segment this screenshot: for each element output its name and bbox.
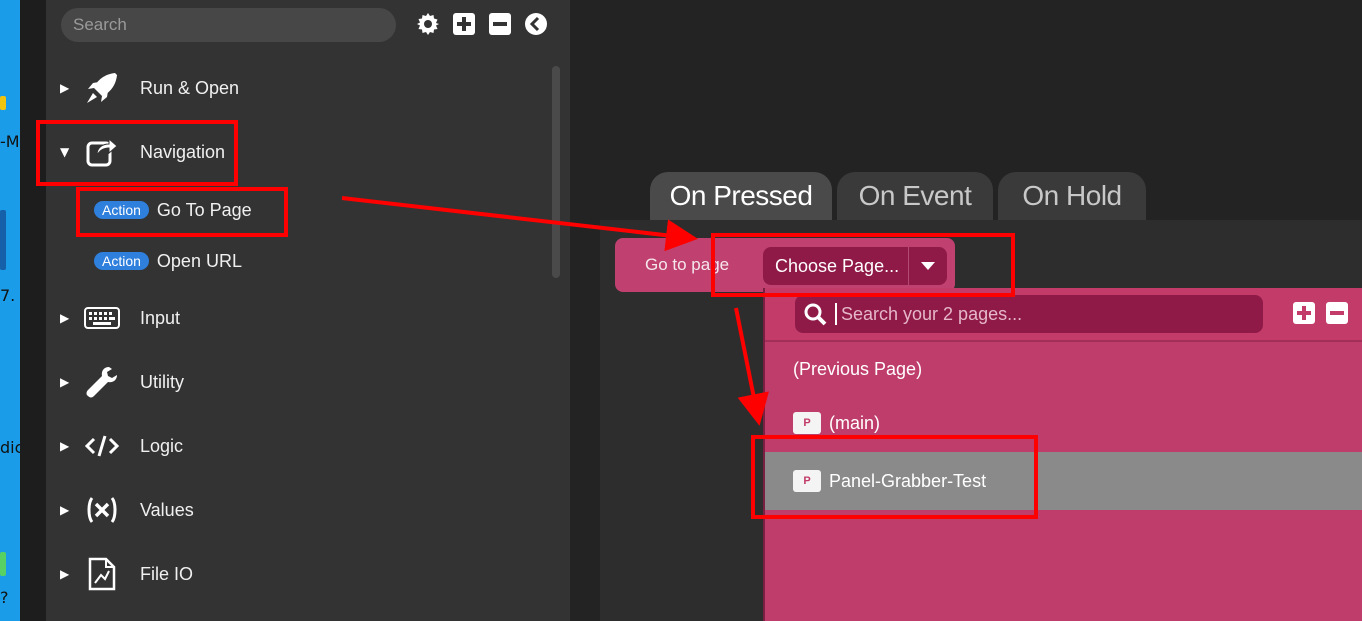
category-run-open[interactable]: ▶ Run & Open (60, 66, 480, 110)
category-label: Navigation (140, 141, 226, 162)
action-block-label: Go to page (645, 255, 730, 274)
rocket-icon (82, 68, 122, 108)
sidebar-scrollbar[interactable] (552, 66, 560, 278)
action-badge: Action (94, 201, 149, 219)
category-file-io[interactable]: ▶ File IO (60, 552, 480, 596)
dropdown-value: Choose Page... (775, 255, 900, 276)
variable-icon (82, 490, 122, 530)
category-label: Values (140, 499, 194, 520)
tab-label: On Event (858, 180, 972, 211)
category-label: Utility (140, 371, 184, 392)
action-open-url[interactable]: Action Open URL (94, 246, 242, 276)
category-input[interactable]: ▶ Input (60, 296, 480, 340)
window-border (20, 0, 46, 621)
expand-all-icon[interactable] (452, 12, 476, 36)
expanded-triangle-icon: ▼ (60, 145, 70, 159)
choose-page-dropdown[interactable]: Choose Page... (763, 247, 947, 285)
tab-on-pressed[interactable]: On Pressed (650, 172, 832, 220)
gear-icon[interactable] (416, 12, 440, 36)
share-icon (82, 132, 122, 172)
back-icon[interactable] (524, 12, 548, 36)
category-logic[interactable]: ▶ Logic (60, 424, 480, 468)
tab-label: On Pressed (669, 180, 813, 211)
file-icon (82, 554, 122, 594)
page-search-input[interactable] (837, 303, 1257, 325)
action-go-to-page[interactable]: Action Go To Page (94, 195, 252, 225)
desktop-icon (0, 210, 6, 270)
desktop-label: 7. (0, 286, 16, 305)
page-picker-dropdown: (Previous Page) P (main) P Panel-Grabber… (763, 288, 1362, 621)
category-label: File IO (140, 563, 194, 584)
action-badge: Action (94, 252, 149, 270)
action-label: Go To Page (156, 199, 252, 220)
tab-on-hold[interactable]: On Hold (998, 172, 1146, 220)
collapsed-triangle-icon: ▶ (60, 375, 70, 389)
desktop-icon (0, 96, 6, 110)
page-option-panel-grabber-test[interactable]: P Panel-Grabber-Test (765, 452, 1362, 510)
collapsed-triangle-icon: ▶ (60, 439, 70, 453)
category-label: Input (140, 307, 181, 328)
collapsed-triangle-icon: ▶ (60, 567, 70, 581)
page-option-label: Panel-Grabber-Test (829, 470, 987, 491)
category-label: Run & Open (140, 77, 240, 98)
desktop-label: ? (0, 588, 9, 607)
tab-label: On Hold (1022, 180, 1122, 211)
collapse-all-icon[interactable] (488, 12, 512, 36)
collapsed-triangle-icon: ▶ (60, 503, 70, 517)
page-option-label: (main) (829, 412, 881, 433)
desktop-strip: -M 7. dic ? (0, 0, 20, 621)
action-library-sidebar: Search ▶ Run & Open ▼ Navigation Action … (46, 0, 570, 621)
page-icon: P (793, 412, 821, 434)
page-option-label: (Previous Page) (793, 358, 923, 379)
desktop-label: -M (0, 132, 20, 151)
collapsed-triangle-icon: ▶ (60, 81, 70, 95)
category-label: Logic (140, 435, 184, 456)
tab-on-event[interactable]: On Event (837, 172, 993, 220)
add-page-icon[interactable] (1293, 302, 1315, 324)
code-icon (82, 426, 122, 466)
page-search-field[interactable] (795, 295, 1263, 333)
sidebar-search-input[interactable]: Search (61, 8, 396, 42)
desktop-label: dic (0, 438, 20, 457)
page-option-previous[interactable]: (Previous Page) (765, 342, 1362, 396)
page-icon: P (793, 470, 821, 492)
desktop-icon (0, 552, 6, 576)
category-values[interactable]: ▶ Values (60, 488, 480, 532)
search-icon (795, 302, 835, 326)
go-to-page-action-block[interactable]: Go to page Choose Page... (615, 238, 955, 292)
category-navigation[interactable]: ▼ Navigation (60, 130, 480, 174)
page-option-main[interactable]: P (main) (765, 396, 1362, 450)
chevron-down-icon[interactable] (909, 247, 947, 285)
keyboard-icon (82, 298, 122, 338)
search-placeholder: Search (73, 15, 127, 34)
action-label: Open URL (156, 250, 242, 271)
collapsed-triangle-icon: ▶ (60, 311, 70, 325)
page-list: (Previous Page) P (main) P Panel-Grabber… (765, 340, 1362, 621)
wrench-icon (82, 362, 122, 402)
remove-page-icon[interactable] (1326, 302, 1348, 324)
category-utility[interactable]: ▶ Utility (60, 360, 480, 404)
